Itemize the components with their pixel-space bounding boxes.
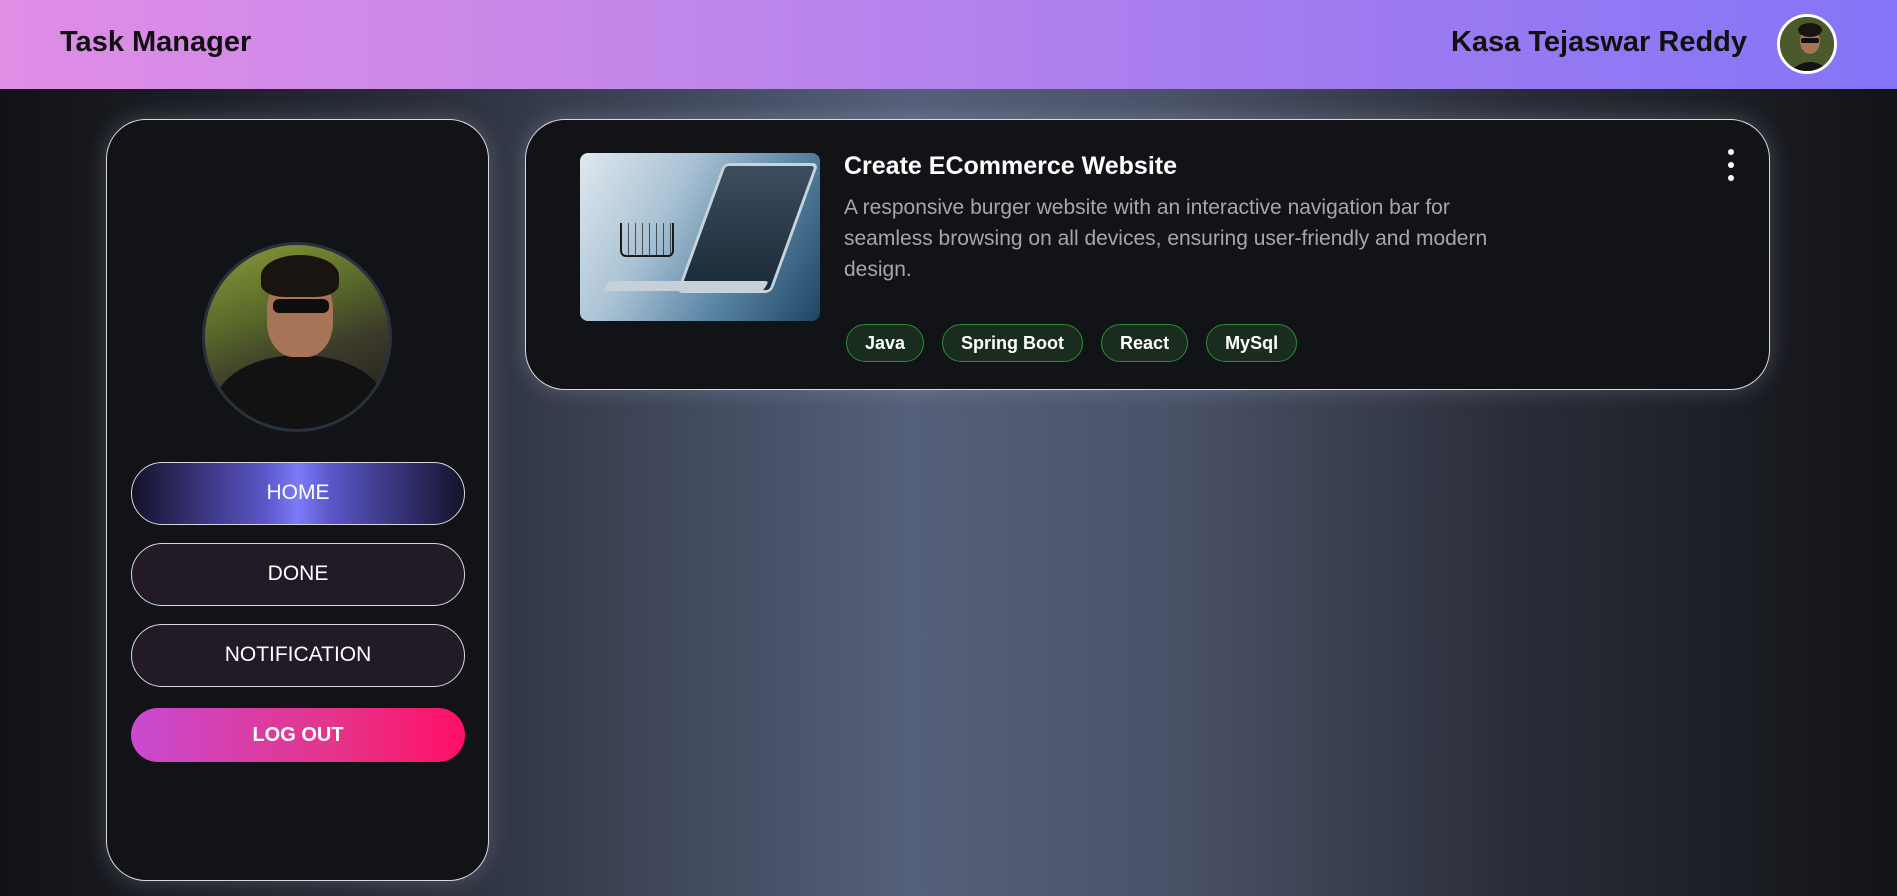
header-avatar[interactable] bbox=[1777, 14, 1837, 74]
laptop-base-graphic bbox=[603, 281, 769, 291]
tag-react: React bbox=[1101, 324, 1189, 362]
avatar-icon bbox=[1780, 17, 1834, 71]
shopping-cart-icon bbox=[620, 223, 674, 257]
avatar-glasses bbox=[273, 299, 329, 313]
sidebar: HOME DONE NOTIFICATION LOG OUT bbox=[106, 119, 489, 881]
profile-avatar bbox=[202, 242, 392, 432]
task-title: Create ECommerce Website bbox=[844, 152, 1178, 180]
home-button[interactable]: HOME bbox=[131, 462, 465, 525]
app-title: Task Manager bbox=[60, 26, 252, 58]
more-dot bbox=[1728, 175, 1734, 181]
more-dot bbox=[1728, 149, 1734, 155]
tag-spring-boot: Spring Boot bbox=[942, 324, 1084, 362]
top-bar: Task Manager Kasa Tejaswar Reddy bbox=[0, 0, 1897, 89]
user-name: Kasa Tejaswar Reddy bbox=[1450, 26, 1747, 58]
avatar-shirt bbox=[215, 355, 385, 429]
tag-mysql: MySql bbox=[1206, 324, 1298, 362]
laptop-graphic bbox=[676, 163, 819, 293]
more-vertical-icon[interactable] bbox=[1724, 149, 1738, 181]
task-card[interactable]: Create ECommerce Website A responsive bu… bbox=[525, 119, 1770, 390]
logout-button[interactable]: LOG OUT bbox=[131, 708, 465, 762]
avatar-hair bbox=[261, 255, 339, 297]
task-description: A responsive burger website with an inte… bbox=[844, 196, 1488, 281]
tag-list: Java Spring Boot React MySql bbox=[846, 324, 1298, 362]
done-button[interactable]: DONE bbox=[131, 543, 465, 606]
task-thumbnail bbox=[580, 153, 820, 321]
notification-button[interactable]: NOTIFICATION bbox=[131, 624, 465, 687]
more-dot bbox=[1728, 162, 1734, 168]
tag-java: Java bbox=[846, 324, 925, 362]
